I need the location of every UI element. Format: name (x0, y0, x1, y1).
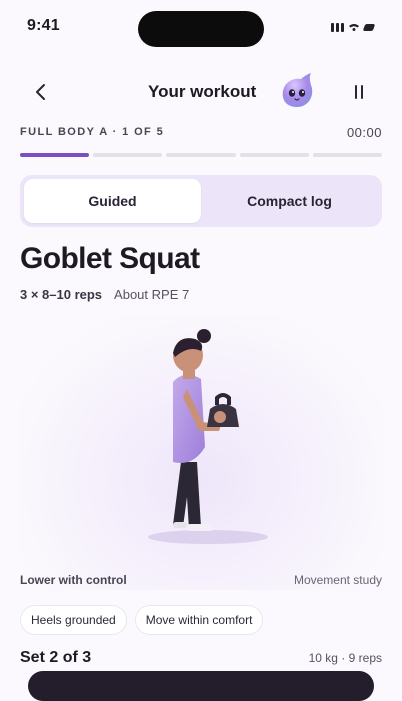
progress-segment (239, 153, 309, 157)
battery-icon (362, 23, 376, 31)
exercise-meta: 3 × 8–10 reps About RPE 7 (20, 287, 189, 302)
elapsed-timer: 00:00 (346, 125, 382, 140)
set-counter: Set 2 of 3 (20, 649, 92, 666)
signal-icon (331, 22, 344, 32)
progress-segment (312, 153, 383, 157)
cue-chips: Heels grounded Move within comfort (20, 605, 264, 635)
tab-compact-log[interactable]: Compact log (201, 179, 378, 223)
illustration-caption: Movement study (293, 573, 382, 587)
progress-segment (93, 153, 163, 157)
status-bar: 9:41 (0, 0, 402, 54)
workout-header: Your workout (0, 66, 402, 116)
cue-chip[interactable]: Heels grounded (20, 605, 127, 635)
set-details: 10 kg · 9 reps (308, 651, 382, 665)
workout-progress-label: FULL BODY A · 1 OF 5 (20, 126, 165, 138)
tab-guided[interactable]: Guided (24, 179, 201, 223)
mode-toggle: Guided Compact log (20, 175, 382, 227)
exercise-title: Goblet Squat (20, 242, 200, 275)
page-title: Your workout (148, 82, 257, 101)
progress-segment (166, 153, 236, 157)
mascot-avatar-icon (282, 73, 313, 107)
movement-cue-caption: Lower with control (20, 573, 127, 587)
status-icons (331, 21, 376, 33)
cue-chip[interactable]: Move within comfort (134, 605, 264, 635)
progress-segments (20, 153, 383, 157)
pause-icon-bar (355, 85, 357, 99)
exercise-intensity: About RPE 7 (114, 287, 190, 302)
dynamic-island (138, 11, 264, 47)
back-button[interactable] (28, 79, 54, 105)
wifi-icon (349, 24, 359, 31)
pause-icon-bar (361, 85, 363, 99)
status-time: 9:41 (27, 17, 60, 34)
chevron-left-icon (36, 84, 45, 100)
goblet-squat-figure-icon (148, 329, 268, 544)
pause-button[interactable] (346, 79, 372, 105)
progress-segment (20, 153, 90, 157)
movement-illustration (18, 315, 384, 590)
exercise-prescription: 3 × 8–10 reps (20, 287, 103, 302)
